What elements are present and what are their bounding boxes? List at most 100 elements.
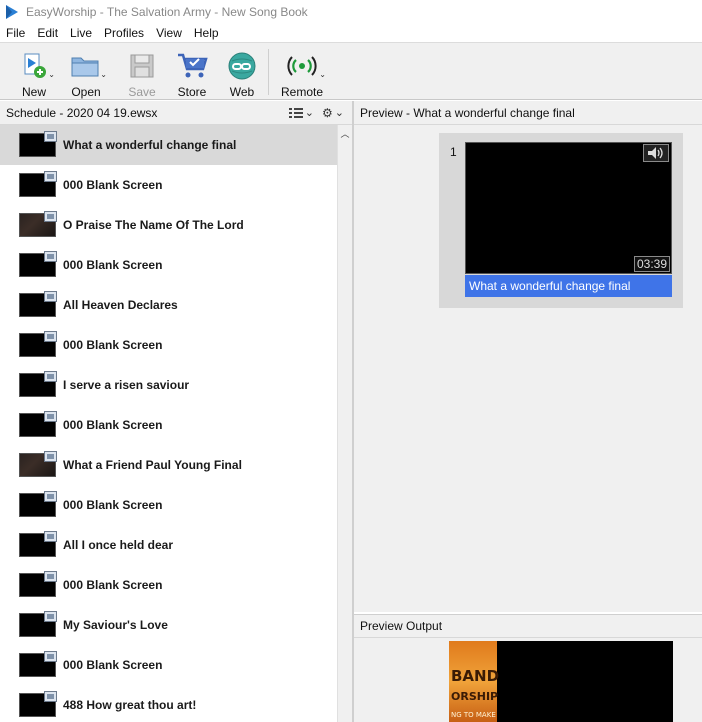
schedule-item[interactable]: I serve a risen saviour	[0, 365, 337, 405]
speaker-badge-icon	[44, 691, 57, 702]
toolbar: ⌄ New ⌄ Open Save Store Web ⌄ Remote	[0, 42, 702, 100]
schedule-item[interactable]: 000 Blank Screen	[0, 165, 337, 205]
schedule-item[interactable]: All I once held dear	[0, 525, 337, 565]
song-badge-icon	[44, 291, 57, 302]
title-bar: EasyWorship - The Salvation Army - New S…	[0, 0, 702, 23]
schedule-item-label: 000 Blank Screen	[63, 178, 163, 192]
song-badge-icon	[44, 331, 57, 342]
schedule-settings-button[interactable]: ⚙ ⌄	[322, 106, 344, 120]
preview-header: Preview - What a wonderful change final	[354, 101, 702, 125]
song-badge-icon	[44, 451, 57, 462]
preview-title: Preview - What a wonderful change final	[360, 105, 575, 120]
slide-thumbnail	[19, 411, 57, 437]
song-badge-icon	[44, 611, 57, 622]
schedule-item-label: 000 Blank Screen	[63, 498, 163, 512]
menu-file[interactable]: File	[0, 26, 31, 40]
slide-thumbnail	[19, 291, 57, 317]
schedule-item-label: What a wonderful change final	[63, 138, 237, 152]
remote-button-label: Remote	[280, 85, 324, 99]
schedule-item[interactable]: 000 Blank Screen	[0, 565, 337, 605]
song-badge-icon	[44, 211, 57, 222]
schedule-item[interactable]: My Saviour's Love	[0, 605, 337, 645]
schedule-item[interactable]: 000 Blank Screen	[0, 645, 337, 685]
open-button[interactable]: ⌄ Open	[64, 43, 108, 99]
web-button[interactable]: Web	[220, 43, 264, 99]
song-badge-icon	[44, 251, 57, 262]
schedule-item-label: All I once held dear	[63, 538, 174, 552]
menu-profiles[interactable]: Profiles	[98, 26, 150, 40]
chevron-down-icon: ⌄	[100, 70, 107, 79]
schedule-item[interactable]: What a wonderful change final	[0, 125, 337, 165]
globe-link-icon	[224, 49, 260, 83]
output-background-image: BAND ORSHIP NG TO MAKE	[449, 641, 500, 722]
menu-help[interactable]: Help	[188, 26, 225, 40]
slide-number: 1	[450, 145, 457, 159]
schedule-item[interactable]: All Heaven Declares	[0, 285, 337, 325]
new-button-label: New	[21, 85, 46, 99]
schedule-scrollbar[interactable]: ︿	[337, 125, 352, 722]
chevron-down-icon: ⌄	[304, 107, 315, 119]
open-folder-icon: ⌄	[68, 49, 107, 83]
remote-button[interactable]: ⌄ Remote	[277, 43, 327, 99]
output-title: Preview Output	[360, 619, 443, 633]
song-badge-icon	[44, 411, 57, 422]
schedule-item-label: My Saviour's Love	[63, 618, 168, 632]
schedule-item[interactable]: O Praise The Name Of The Lord	[0, 205, 337, 245]
schedule-title: Schedule - 2020 04 19.ewsx	[6, 105, 158, 120]
song-badge-icon	[44, 571, 57, 582]
song-badge-icon	[44, 131, 57, 142]
store-button-label: Store	[177, 85, 207, 99]
schedule-item[interactable]: 000 Blank Screen	[0, 245, 337, 285]
slide-thumbnail	[19, 451, 57, 477]
song-badge-icon	[44, 171, 57, 182]
menu-live[interactable]: Live	[64, 26, 98, 40]
song-badge-icon	[44, 531, 57, 542]
schedule-item-label: O Praise The Name Of The Lord	[63, 218, 244, 232]
slide-duration: 03:39	[634, 256, 670, 272]
store-button[interactable]: Store	[170, 43, 214, 99]
song-badge-icon	[44, 371, 57, 382]
slide-thumbnail	[19, 571, 57, 597]
scroll-up-arrow-icon[interactable]: ︿	[338, 127, 352, 140]
schedule-item[interactable]: 000 Blank Screen	[0, 325, 337, 365]
slide-thumbnail	[19, 331, 57, 357]
poster-text: BAND	[451, 667, 500, 685]
slide-thumbnail	[19, 371, 57, 397]
schedule-item-label: 000 Blank Screen	[63, 418, 163, 432]
schedule-item-label: All Heaven Declares	[63, 298, 178, 312]
schedule-item-label: 000 Blank Screen	[63, 578, 163, 592]
new-button[interactable]: ⌄ New	[12, 43, 56, 99]
slide-thumbnail	[19, 131, 57, 157]
schedule-item-label: 488 How great thou art!	[63, 698, 197, 712]
schedule-list: What a wonderful change final 000 Blank …	[0, 125, 337, 722]
new-document-icon: ⌄	[16, 49, 55, 83]
toolbar-separator	[268, 49, 269, 95]
menu-view[interactable]: View	[150, 26, 188, 40]
save-button[interactable]: Save	[120, 43, 164, 99]
list-view-icon	[288, 107, 303, 118]
song-badge-icon	[44, 651, 57, 662]
slide-thumbnail	[19, 651, 57, 677]
poster-text: NG TO MAKE	[451, 711, 496, 719]
schedule-item[interactable]: What a Friend Paul Young Final	[0, 445, 337, 485]
list-view-toggle[interactable]: ⌄	[288, 106, 315, 119]
remote-broadcast-icon: ⌄	[284, 49, 326, 83]
schedule-item-label: 000 Blank Screen	[63, 658, 163, 672]
speaker-icon[interactable]	[643, 144, 669, 162]
output-screen: BAND ORSHIP NG TO MAKE	[449, 641, 673, 722]
schedule-item[interactable]: 000 Blank Screen	[0, 485, 337, 525]
menu-edit[interactable]: Edit	[31, 26, 64, 40]
shopping-cart-icon	[174, 49, 210, 83]
schedule-item-label: I serve a risen saviour	[63, 378, 190, 392]
slide-thumbnail	[19, 211, 57, 237]
chevron-down-icon: ⌄	[334, 107, 344, 119]
slide-preview-screen[interactable]	[465, 142, 672, 274]
schedule-item[interactable]: 000 Blank Screen	[0, 405, 337, 445]
slide-thumbnail	[19, 251, 57, 277]
chevron-down-icon: ⌄	[48, 70, 55, 79]
open-button-label: Open	[71, 85, 101, 99]
schedule-item[interactable]: 488 How great thou art!	[0, 685, 337, 722]
schedule-header: Schedule - 2020 04 19.ewsx ⌄ ⚙ ⌄	[0, 101, 352, 125]
poster-text: ORSHIP	[451, 690, 499, 703]
schedule-item-label: What a Friend Paul Young Final	[63, 458, 242, 472]
